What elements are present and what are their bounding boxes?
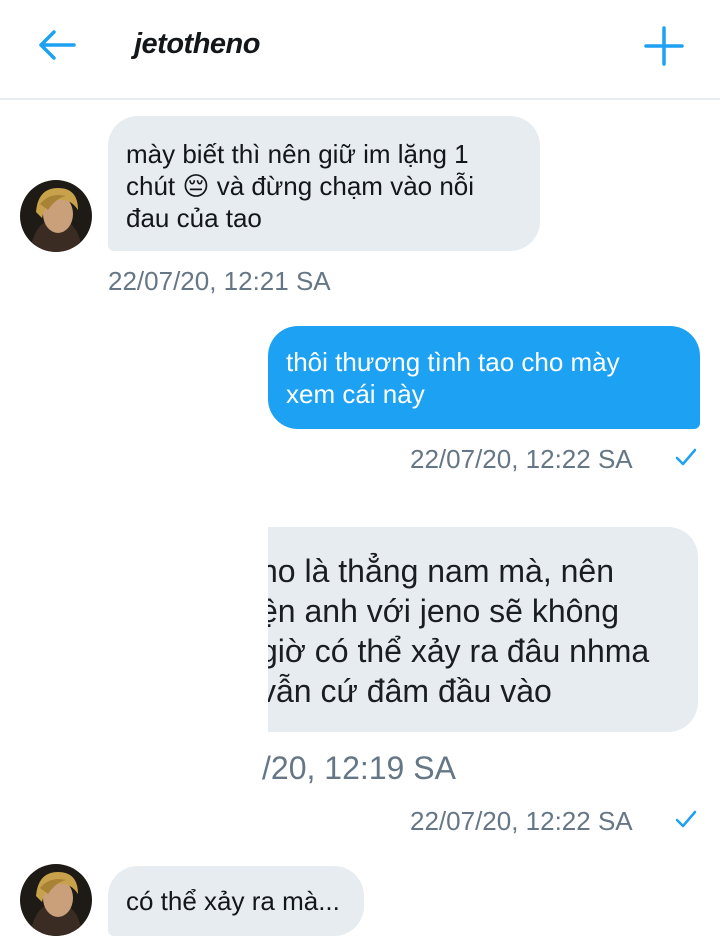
message-line: có thể xảy ra mà... [126,886,340,916]
avatar-image [20,180,92,252]
message-line: đau của tao [126,203,262,233]
message-bubble-incoming[interactable]: có thể xảy ra mà... [108,866,364,936]
message-line: xem cái này [286,379,425,409]
shared-line: no là thẳng nam mà, nên [268,553,615,589]
conversation-title: jetotheno [134,28,261,60]
conversation-header: jetotheno [0,0,720,100]
avatar[interactable] [20,180,92,252]
message-bubble-outgoing[interactable]: thôi thương tình tao cho mày xem cái này [268,326,700,429]
back-button[interactable] [34,24,80,66]
message-line: mày biết thì nên giữ im lặng 1 [126,139,469,169]
check-icon [675,448,697,466]
arrow-left-icon [39,30,76,60]
check-icon [675,810,697,828]
shared-line: ện anh với jeno sẽ không [268,593,620,629]
message-timestamp: 22/07/20, 12:22 SA [410,444,633,474]
message-timestamp: 22/07/20, 12:22 SA [410,806,633,836]
message-bubble-incoming[interactable]: mày biết thì nên giữ im lặng 1 chút 😔 và… [108,116,540,251]
avatar-image [20,864,92,936]
shared-screenshot-text: no là thẳng nam mà, nên ện anh với jeno … [268,551,700,711]
add-button[interactable] [640,22,688,70]
avatar[interactable] [20,864,92,936]
shared-screenshot-timestamp: /20, 12:19 SA [262,750,456,786]
plus-icon [644,26,684,66]
message-timestamp: 22/07/20, 12:21 SA [108,266,331,296]
message-line: chút 😔 và đừng chạm vào nỗi [126,171,475,201]
shared-line: vẫn cứ đâm đầu vào [268,673,552,709]
message-line: thôi thương tình tao cho mày [286,347,620,377]
shared-line: giờ có thể xảy ra đâu nhma [268,633,650,669]
shared-screenshot[interactable]: no là thẳng nam mà, nên ện anh với jeno … [268,527,700,732]
